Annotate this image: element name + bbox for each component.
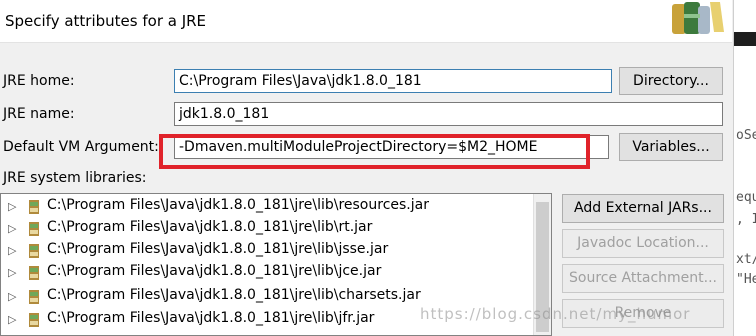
vm-arguments-label: Default VM Argument:	[3, 139, 159, 155]
jar-icon	[29, 222, 39, 236]
background-fragment: oSe	[736, 128, 756, 143]
expand-arrow-icon[interactable]: ▷	[8, 200, 16, 213]
expand-arrow-icon[interactable]: ▷	[8, 244, 16, 257]
add-external-jars-button[interactable]: Add External JARs...	[562, 194, 724, 223]
library-path: C:\Program Files\Java\jdk1.8.0_181\jre\l…	[47, 287, 421, 303]
background-fragment: "He	[736, 272, 756, 287]
library-path: C:\Program Files\Java\jdk1.8.0_181\jre\l…	[47, 310, 375, 326]
list-item[interactable]: ▷ C:\Program Files\Java\jdk1.8.0_181\jre…	[1, 240, 535, 262]
expand-arrow-icon[interactable]: ▷	[8, 290, 16, 303]
background-fragment: , I	[736, 212, 756, 227]
dialog-title: Specify attributes for a JRE	[5, 12, 207, 30]
jar-icon	[29, 200, 39, 214]
expand-arrow-icon[interactable]: ▷	[8, 222, 16, 235]
background-editor-strip: oSe equ , I xt/ "He	[733, 0, 756, 336]
directory-button[interactable]: Directory...	[619, 67, 723, 95]
background-dark-bar	[734, 32, 756, 46]
blog-watermark: https://blog.csdn.net/my_humor	[420, 305, 691, 323]
jre-books-icon	[672, 2, 724, 34]
library-path: C:\Program Files\Java\jdk1.8.0_181\jre\l…	[47, 197, 429, 213]
variables-button[interactable]: Variables...	[619, 133, 723, 161]
jre-home-input[interactable]: C:\Program Files\Java\jdk1.8.0_181	[174, 69, 612, 93]
jre-name-label: JRE name:	[3, 106, 75, 122]
vm-arguments-input[interactable]: -Dmaven.multiModuleProjectDirectory=$M2_…	[174, 135, 609, 159]
source-attachment-button[interactable]: Source Attachment...	[562, 264, 724, 293]
jre-name-input[interactable]: jdk1.8.0_181	[174, 102, 723, 126]
jar-icon	[29, 244, 39, 258]
list-item[interactable]: ▷ C:\Program Files\Java\jdk1.8.0_181\jre…	[1, 218, 535, 240]
library-path: C:\Program Files\Java\jdk1.8.0_181\jre\l…	[47, 241, 389, 257]
jre-home-label: JRE home:	[3, 73, 75, 89]
system-libraries-label: JRE system libraries:	[3, 170, 147, 186]
library-path: C:\Program Files\Java\jdk1.8.0_181\jre\l…	[47, 263, 382, 279]
dialog-header: Specify attributes for a JRE	[0, 0, 732, 43]
jar-icon	[29, 266, 39, 280]
javadoc-location-button[interactable]: Javadoc Location...	[562, 229, 724, 258]
expand-arrow-icon[interactable]: ▷	[8, 266, 16, 279]
list-item[interactable]: ▷ C:\Program Files\Java\jdk1.8.0_181\jre…	[1, 262, 535, 284]
jar-icon	[29, 313, 39, 327]
library-path: C:\Program Files\Java\jdk1.8.0_181\jre\l…	[47, 219, 373, 235]
background-fragment: equ	[736, 190, 756, 205]
background-fragment: xt/	[736, 252, 756, 267]
jar-icon	[29, 290, 39, 304]
expand-arrow-icon[interactable]: ▷	[8, 313, 16, 326]
list-item[interactable]: ▷ C:\Program Files\Java\jdk1.8.0_181\jre…	[1, 196, 535, 218]
